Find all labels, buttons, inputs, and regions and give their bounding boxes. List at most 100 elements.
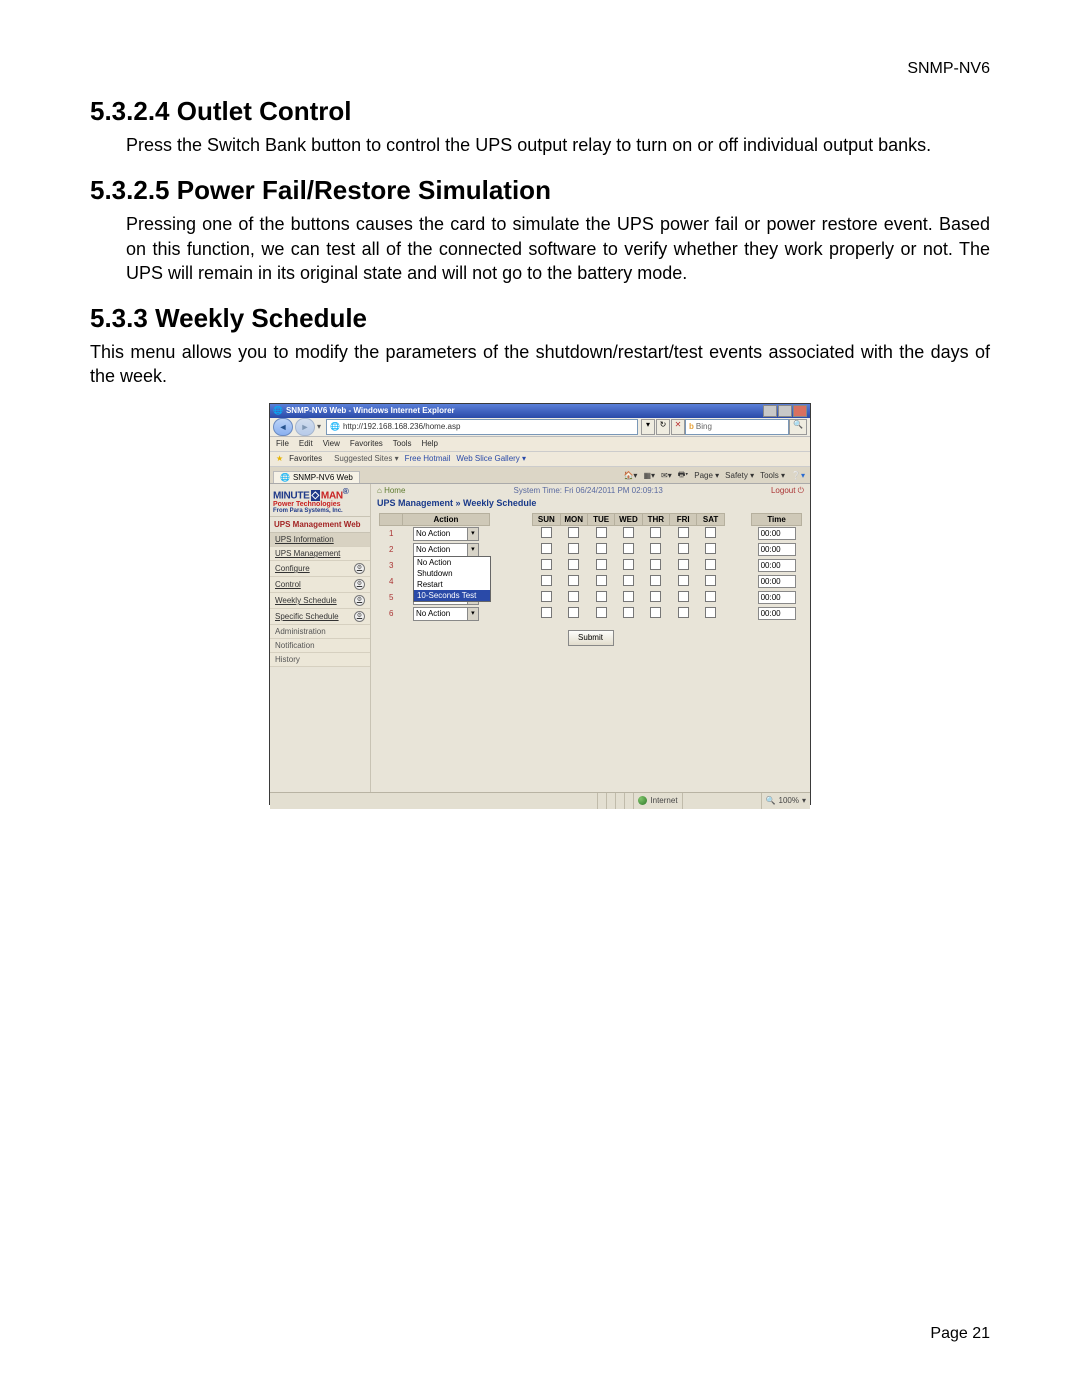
day-checkbox[interactable] xyxy=(678,575,689,586)
print-icon[interactable]: 🖶▾ xyxy=(678,469,689,483)
logout-link[interactable]: Logout ⏻ xyxy=(771,486,804,496)
favbar-webslice[interactable]: Web Slice Gallery ▾ xyxy=(456,454,526,463)
day-checkbox[interactable] xyxy=(678,591,689,602)
day-checkbox[interactable] xyxy=(596,575,607,586)
sidebar-item-administration[interactable]: Administration xyxy=(270,625,370,639)
day-checkbox[interactable] xyxy=(541,559,552,570)
tool-page[interactable]: Page ▾ xyxy=(694,471,719,480)
refresh-button[interactable]: ↻ xyxy=(656,419,670,435)
day-checkbox[interactable] xyxy=(596,591,607,602)
day-checkbox[interactable] xyxy=(541,607,552,618)
day-checkbox[interactable] xyxy=(568,543,579,554)
time-input[interactable]: 00:00 xyxy=(758,575,796,588)
mail-icon[interactable]: ✉▾ xyxy=(661,471,672,480)
day-checkbox[interactable] xyxy=(650,543,661,554)
menu-view[interactable]: View xyxy=(323,439,340,448)
search-go-button[interactable]: 🔍 xyxy=(789,419,807,435)
day-checkbox[interactable] xyxy=(596,527,607,538)
tool-tools[interactable]: Tools ▾ xyxy=(760,471,785,480)
day-checkbox[interactable] xyxy=(705,575,716,586)
browser-tab[interactable]: 🌐 SNMP-NV6 Web xyxy=(273,471,360,483)
favorites-icon[interactable]: ★ xyxy=(276,454,283,463)
close-button[interactable] xyxy=(793,405,807,417)
day-checkbox[interactable] xyxy=(678,607,689,618)
day-checkbox[interactable] xyxy=(678,559,689,570)
day-checkbox[interactable] xyxy=(623,559,634,570)
forward-button[interactable]: ► xyxy=(295,418,315,436)
sidebar-item-configure[interactable]: Configure⚙ xyxy=(270,561,370,577)
zoom-control[interactable]: 🔍 100% ▾ xyxy=(761,793,810,809)
action-select[interactable]: No Action▾No ActionShutdownRestart10-Sec… xyxy=(413,543,479,557)
time-input[interactable]: 00:00 xyxy=(758,559,796,572)
day-checkbox[interactable] xyxy=(568,591,579,602)
sidebar-item-weekly-schedule[interactable]: Weekly Schedule⚙ xyxy=(270,593,370,609)
day-checkbox[interactable] xyxy=(623,575,634,586)
day-checkbox[interactable] xyxy=(650,559,661,570)
dropdown-option[interactable]: Restart xyxy=(414,579,490,590)
time-input[interactable]: 00:00 xyxy=(758,543,796,556)
day-checkbox[interactable] xyxy=(678,543,689,554)
sidebar-item-specific-schedule[interactable]: Specific Schedule⚙ xyxy=(270,609,370,625)
day-checkbox[interactable] xyxy=(705,527,716,538)
time-input[interactable]: 00:00 xyxy=(758,527,796,540)
maximize-button[interactable] xyxy=(778,405,792,417)
sidebar-item-control[interactable]: Control⚙ xyxy=(270,577,370,593)
day-checkbox[interactable] xyxy=(705,607,716,618)
dropdown-icon[interactable]: ▾ xyxy=(317,422,321,431)
dropdown-option[interactable]: 10-Seconds Test xyxy=(414,590,490,601)
action-select[interactable]: No Action▾ xyxy=(413,607,479,621)
day-checkbox[interactable] xyxy=(623,527,634,538)
day-checkbox[interactable] xyxy=(596,607,607,618)
day-checkbox[interactable] xyxy=(541,591,552,602)
sidebar-item-ups-management[interactable]: UPS Management xyxy=(270,547,370,561)
search-input[interactable]: b Bing xyxy=(685,419,789,435)
day-checkbox[interactable] xyxy=(541,575,552,586)
day-checkbox[interactable] xyxy=(623,607,634,618)
feeds-icon[interactable]: ▦▾ xyxy=(643,471,655,480)
day-checkbox[interactable] xyxy=(541,543,552,554)
day-checkbox[interactable] xyxy=(568,575,579,586)
menu-edit[interactable]: Edit xyxy=(299,439,313,448)
day-checkbox[interactable] xyxy=(650,575,661,586)
stop-button[interactable]: ✕ xyxy=(671,419,685,435)
back-button[interactable]: ◄ xyxy=(273,418,293,436)
day-checkbox[interactable] xyxy=(568,607,579,618)
day-checkbox[interactable] xyxy=(541,527,552,538)
submit-button[interactable]: Submit xyxy=(568,630,614,646)
time-input[interactable]: 00:00 xyxy=(758,607,796,620)
day-checkbox[interactable] xyxy=(705,559,716,570)
day-checkbox[interactable] xyxy=(705,591,716,602)
dropdown-option[interactable]: No Action xyxy=(414,557,490,568)
action-select[interactable]: No Action▾ xyxy=(413,527,479,541)
day-checkbox[interactable] xyxy=(650,607,661,618)
menu-file[interactable]: File xyxy=(276,439,289,448)
menu-tools[interactable]: Tools xyxy=(393,439,412,448)
day-checkbox[interactable] xyxy=(596,559,607,570)
menu-favorites[interactable]: Favorites xyxy=(350,439,383,448)
favorites-label[interactable]: Favorites xyxy=(289,454,322,463)
day-checkbox[interactable] xyxy=(623,543,634,554)
day-checkbox[interactable] xyxy=(650,591,661,602)
minimize-button[interactable] xyxy=(763,405,777,417)
home-icon[interactable]: 🏠▾ xyxy=(623,471,637,480)
addr-dropdown-icon[interactable]: ▾ xyxy=(641,419,655,435)
sidebar-item-history[interactable]: History xyxy=(270,653,370,667)
day-checkbox[interactable] xyxy=(650,527,661,538)
day-checkbox[interactable] xyxy=(568,527,579,538)
favbar-suggested[interactable]: Suggested Sites ▾ xyxy=(334,454,399,463)
help-icon[interactable]: ❔▾ xyxy=(791,471,805,480)
day-checkbox[interactable] xyxy=(596,543,607,554)
menu-help[interactable]: Help xyxy=(421,439,437,448)
dropdown-option[interactable]: Shutdown xyxy=(414,568,490,579)
home-link[interactable]: ⌂ Home xyxy=(377,486,405,495)
address-bar[interactable]: 🌐 http://192.168.168.236/home.asp xyxy=(326,419,638,435)
day-checkbox[interactable] xyxy=(623,591,634,602)
day-checkbox[interactable] xyxy=(705,543,716,554)
sidebar-item-ups-information[interactable]: UPS Information xyxy=(270,533,370,547)
favbar-hotmail[interactable]: Free Hotmail xyxy=(405,454,451,463)
day-checkbox[interactable] xyxy=(568,559,579,570)
time-input[interactable]: 00:00 xyxy=(758,591,796,604)
tool-safety[interactable]: Safety ▾ xyxy=(725,471,754,480)
day-checkbox[interactable] xyxy=(678,527,689,538)
sidebar-item-notification[interactable]: Notification xyxy=(270,639,370,653)
